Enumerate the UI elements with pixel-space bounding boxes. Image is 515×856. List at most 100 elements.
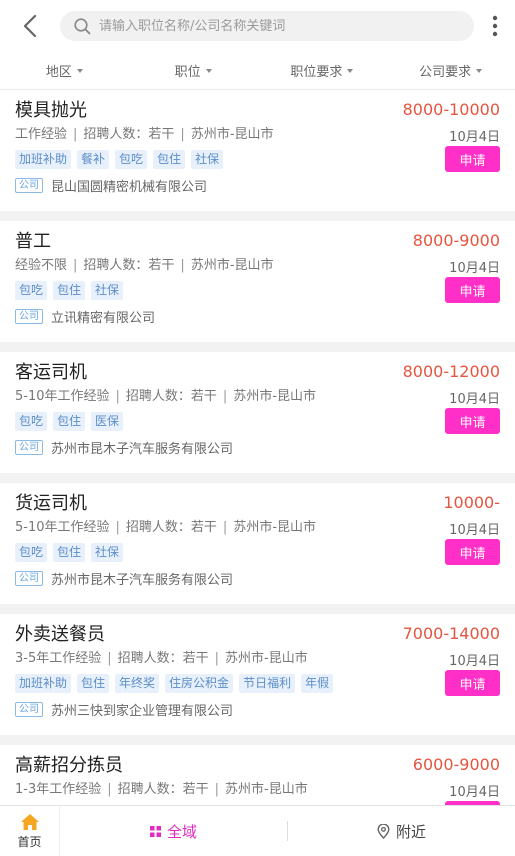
job-salary: 8000-9000: [412, 231, 500, 250]
job-card[interactable]: 客运司机 5-10年工作经验 | 招聘人数：若干 | 苏州市-昆山市 包吃 包住 医保 公司…: [0, 352, 515, 473]
job-date: 10月4日: [449, 392, 500, 407]
job-date: 10月4日: [449, 261, 500, 276]
job-experience: 3-5年工作经验: [15, 651, 102, 666]
job-location: 苏州市-昆山市: [233, 389, 317, 404]
job-card[interactable]: 模具抛光 工作经验 | 招聘人数：若干 | 苏州市-昆山市 加班补助 餐补 包吃 包住 社保 公…: [0, 90, 515, 211]
job-location: 苏州市-昆山市: [190, 127, 274, 142]
apply-button[interactable]: 申请: [445, 670, 500, 696]
job-tags: 加班补助 包住 年终奖 住房公积金 节日福利 年假: [15, 674, 500, 694]
search-input[interactable]: [99, 18, 474, 34]
job-tag: 包住: [77, 674, 110, 693]
job-tag: 包吃: [15, 543, 48, 562]
job-company: 苏州三快到家企业管理有限公司: [51, 703, 234, 719]
job-company-row: 公司 立讯精密有限公司: [15, 307, 500, 326]
job-location: 苏州市-昆山市: [225, 651, 308, 666]
job-card[interactable]: 高薪招分拣员 1-3年工作经验 | 招聘人数：若干 | 苏州市-昆山市 6000-900…: [0, 745, 515, 805]
job-title: 货运司机: [15, 493, 87, 514]
job-experience: 5-10年工作经验: [15, 520, 110, 535]
job-recruit-count: 招聘人数：若干: [83, 258, 175, 273]
nav-nearby[interactable]: 附近: [288, 806, 515, 856]
job-salary: 10000-: [443, 493, 500, 512]
job-tag: 加班补助: [15, 150, 72, 169]
job-info: 3-5年工作经验 | 招聘人数：若干 | 苏州市-昆山市: [15, 651, 308, 666]
nav-home[interactable]: 首页: [0, 806, 60, 856]
filter-company-requirements[interactable]: 公司要求: [386, 52, 515, 89]
more-vertical-icon: [492, 15, 497, 37]
job-salary: 6000-9000: [412, 755, 500, 774]
job-recruit-count: 招聘人数：若干: [117, 782, 209, 797]
job-tag: 包住: [53, 281, 86, 300]
job-recruit-count: 招聘人数：若干: [83, 127, 175, 142]
nav-all[interactable]: 全域: [60, 806, 287, 856]
caret-down-icon: [347, 68, 354, 73]
job-tag: 社保: [91, 281, 124, 300]
apply-button[interactable]: 申请: [445, 277, 500, 303]
job-experience: 5-10年工作经验: [15, 389, 110, 404]
job-salary: 7000-14000: [402, 624, 500, 643]
job-info: 经验不限 | 招聘人数：若干 | 苏州市-昆山市: [15, 258, 274, 273]
company-badge: 公司: [15, 177, 43, 193]
job-tags: 包吃 包住 社保: [15, 543, 500, 563]
job-tag: 包住: [153, 150, 186, 169]
job-card[interactable]: 普工 经验不限 | 招聘人数：若干 | 苏州市-昆山市 包吃 包住 社保 公司 立讯精密有限公…: [0, 221, 515, 342]
job-location: 苏州市-昆山市: [190, 258, 274, 273]
chevron-left-icon: [23, 14, 37, 38]
job-date: 10月4日: [449, 523, 500, 538]
job-date: 10月4日: [449, 130, 500, 145]
job-company: 立讯精密有限公司: [51, 310, 156, 326]
job-tags: 包吃 包住 社保: [15, 281, 500, 301]
job-salary: 8000-12000: [402, 362, 500, 381]
apply-button[interactable]: 申请: [445, 408, 500, 434]
filter-position[interactable]: 职位: [129, 52, 258, 89]
job-info: 5-10年工作经验 | 招聘人数：若干 | 苏州市-昆山市: [15, 520, 317, 535]
job-tag: 加班补助: [15, 674, 72, 693]
job-tag: 包吃: [115, 150, 148, 169]
apply-button[interactable]: 申请: [445, 539, 500, 565]
back-button[interactable]: [0, 0, 60, 52]
job-tag: 住房公积金: [165, 674, 234, 693]
caret-down-icon: [76, 68, 83, 73]
caret-down-icon: [205, 68, 212, 73]
job-date: 10月4日: [449, 785, 500, 800]
job-location: 苏州市-昆山市: [233, 520, 317, 535]
filter-label: 职位要求: [290, 65, 343, 80]
job-tag: 年终奖: [115, 674, 160, 693]
search-box[interactable]: [60, 11, 474, 41]
job-info: 工作经验 | 招聘人数：若干 | 苏州市-昆山市: [15, 127, 274, 142]
job-tag: 包住: [53, 412, 86, 431]
job-tag: 包住: [53, 543, 86, 562]
apply-button[interactable]: 申请: [445, 146, 500, 172]
job-tag: 包吃: [15, 412, 48, 431]
top-bar: [0, 0, 515, 52]
job-date: 10月4日: [449, 654, 500, 669]
company-badge: 公司: [15, 439, 43, 455]
filter-region[interactable]: 地区: [0, 52, 129, 89]
job-experience: 工作经验: [15, 127, 68, 142]
filter-label: 职位: [174, 65, 201, 80]
search-icon: [74, 17, 91, 34]
job-tag: 年假: [301, 674, 334, 693]
more-button[interactable]: [474, 0, 515, 52]
job-tags: 包吃 包住 医保: [15, 412, 500, 432]
job-company: 昆山国圆精密机械有限公司: [51, 179, 208, 195]
job-card[interactable]: 货运司机 5-10年工作经验 | 招聘人数：若干 | 苏州市-昆山市 包吃 包住 社保 公司…: [0, 483, 515, 604]
company-badge: 公司: [15, 701, 43, 717]
job-location: 苏州市-昆山市: [225, 782, 308, 797]
job-card[interactable]: 外卖送餐员 3-5年工作经验 | 招聘人数：若干 | 苏州市-昆山市 加班补助 包住 年终奖…: [0, 614, 515, 735]
job-experience: 1-3年工作经验: [15, 782, 102, 797]
job-tag: 餐补: [77, 150, 110, 169]
filter-bar: 地区 职位 职位要求 公司要求: [0, 52, 515, 90]
job-company-row: 公司 苏州市昆木子汽车服务有限公司: [15, 438, 500, 457]
company-badge: 公司: [15, 570, 43, 586]
bottom-nav: 首页 全域 附近: [0, 805, 515, 856]
filter-label: 地区: [45, 65, 72, 80]
job-company-row: 公司 昆山国圆精密机械有限公司: [15, 176, 500, 195]
filter-position-requirements[interactable]: 职位要求: [258, 52, 387, 89]
filter-label: 公司要求: [419, 65, 472, 80]
home-icon: [20, 813, 39, 830]
caret-down-icon: [476, 68, 483, 73]
nav-home-label: 首页: [17, 834, 42, 849]
job-recruit-count: 招聘人数：若干: [125, 520, 217, 535]
job-info: 1-3年工作经验 | 招聘人数：若干 | 苏州市-昆山市: [15, 782, 308, 797]
job-list: 模具抛光 工作经验 | 招聘人数：若干 | 苏州市-昆山市 加班补助 餐补 包吃 包住 社保 公…: [0, 90, 515, 805]
